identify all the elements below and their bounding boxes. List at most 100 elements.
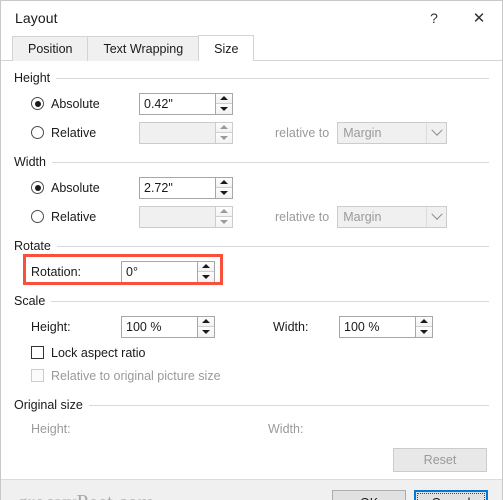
- spin-up-icon[interactable]: [216, 93, 232, 104]
- scale-width-label: Width:: [273, 319, 309, 334]
- height-relative-spinner: [139, 121, 233, 144]
- dialog-footer: groovyPost.com OK Cancel: [1, 479, 502, 500]
- width-absolute-label: Absolute: [51, 180, 100, 195]
- lock-aspect-ratio-label: Lock aspect ratio: [51, 345, 146, 360]
- width-group-label: Width: [14, 155, 46, 169]
- width-absolute-spinner[interactable]: 2.72": [139, 176, 233, 199]
- cancel-button[interactable]: Cancel: [414, 490, 488, 500]
- spin-up-icon[interactable]: [416, 316, 432, 327]
- ok-button[interactable]: OK: [332, 490, 406, 500]
- original-height-label: Height:: [31, 422, 71, 436]
- original-height: Height:: [31, 422, 268, 436]
- width-relative-to-value: Margin: [343, 209, 382, 224]
- spin-down-icon: [216, 217, 232, 227]
- height-relative-to-combo: Margin: [337, 121, 448, 144]
- group-divider: [51, 300, 489, 302]
- close-icon[interactable]: ✕: [456, 2, 502, 34]
- tab-text-wrapping[interactable]: Text Wrapping: [87, 36, 200, 61]
- size-tab-panel: Height Absolute 0.42" Relative relative …: [1, 60, 502, 479]
- reset-button: Reset: [393, 448, 487, 472]
- title-bar: Layout ? ✕: [1, 1, 502, 35]
- height-absolute-row: Absolute 0.42": [14, 89, 489, 118]
- spin-up-icon[interactable]: [216, 177, 232, 188]
- rotate-group: Rotate Rotation: 0°: [14, 238, 489, 286]
- scale-height-input[interactable]: 100 %: [121, 315, 197, 338]
- chevron-down-icon: [426, 206, 447, 227]
- ok-button-label: OK: [360, 496, 378, 500]
- scale-width-spinner[interactable]: 100 %: [339, 315, 433, 338]
- original-size-values-row: Height: Width:: [14, 416, 489, 442]
- scale-width-spin-buttons[interactable]: [415, 315, 433, 338]
- spin-down-icon[interactable]: [416, 327, 432, 337]
- scale-group: Scale Height: 100 % Width: 100 % Lock as…: [14, 293, 489, 387]
- height-absolute-radio[interactable]: Absolute: [31, 97, 139, 111]
- spin-down-icon[interactable]: [198, 272, 214, 282]
- height-absolute-label: Absolute: [51, 96, 100, 111]
- rotation-spinner[interactable]: 0°: [121, 260, 215, 283]
- height-group: Height Absolute 0.42" Relative relative …: [14, 70, 489, 147]
- scale-width-input[interactable]: 100 %: [339, 315, 415, 338]
- tab-position[interactable]: Position: [12, 36, 89, 61]
- rotation-input[interactable]: 0°: [121, 260, 197, 283]
- spin-up-icon[interactable]: [198, 316, 214, 327]
- width-relative-spinner: [139, 205, 233, 228]
- original-size-group-header: Original size: [14, 397, 489, 413]
- chevron-down-icon: [426, 122, 447, 143]
- original-width: Width:: [268, 422, 303, 436]
- scale-height-label: Height:: [31, 319, 71, 334]
- scale-group-header: Scale: [14, 293, 489, 309]
- rotation-label: Rotation:: [31, 264, 82, 279]
- width-absolute-input[interactable]: 2.72": [139, 176, 215, 199]
- spin-down-icon[interactable]: [198, 327, 214, 337]
- width-relative-to-label: relative to: [275, 209, 330, 224]
- rotate-group-header: Rotate: [14, 238, 489, 254]
- radio-dot-icon: [31, 181, 44, 194]
- watermark: groovyPost.com: [17, 490, 324, 500]
- radio-dot-icon: [31, 210, 44, 223]
- checkbox-icon: [31, 346, 44, 359]
- spin-up-icon[interactable]: [198, 261, 214, 272]
- height-relative-to-value: Margin: [343, 125, 382, 140]
- reset-row: Reset: [14, 448, 489, 472]
- cancel-button-label: Cancel: [432, 496, 471, 500]
- checkbox-icon: [31, 369, 44, 382]
- height-group-label: Height: [14, 71, 51, 85]
- width-group: Width Absolute 2.72" Relative relative t…: [14, 154, 489, 231]
- scale-height-spinner[interactable]: 100 %: [121, 315, 215, 338]
- width-absolute-spin-buttons[interactable]: [215, 176, 233, 199]
- width-relative-row: Relative relative to Margin: [14, 202, 489, 231]
- relative-original-size-label: Relative to original picture size: [51, 368, 221, 383]
- spin-down-icon[interactable]: [216, 104, 232, 114]
- height-relative-label: Relative: [51, 125, 97, 140]
- height-relative-spin-buttons: [215, 121, 233, 144]
- width-relative-spin-buttons: [215, 205, 233, 228]
- width-absolute-row: Absolute 2.72": [14, 173, 489, 202]
- lock-aspect-ratio-checkbox[interactable]: Lock aspect ratio: [14, 341, 489, 364]
- scale-height-spin-buttons[interactable]: [197, 315, 215, 338]
- height-relative-input: [139, 121, 215, 144]
- height-absolute-spin-buttons[interactable]: [215, 92, 233, 115]
- group-divider: [88, 404, 489, 406]
- height-relative-radio[interactable]: Relative: [31, 126, 139, 140]
- radio-dot-icon: [31, 97, 44, 110]
- scale-size-row: Height: 100 % Width: 100 %: [14, 312, 489, 341]
- width-relative-input: [139, 205, 215, 228]
- height-absolute-input[interactable]: 0.42": [139, 92, 215, 115]
- screen: Layout ? ✕ Position Text Wrapping Size H…: [0, 0, 503, 500]
- tab-size[interactable]: Size: [198, 35, 255, 61]
- spin-down-icon[interactable]: [216, 188, 232, 198]
- help-icon[interactable]: ?: [412, 2, 456, 34]
- spin-down-icon: [216, 133, 232, 143]
- tab-strip: Position Text Wrapping Size: [1, 35, 502, 61]
- width-relative-radio[interactable]: Relative: [31, 210, 139, 224]
- height-relative-to-label: relative to: [275, 125, 330, 140]
- spin-up-icon: [216, 122, 232, 133]
- width-relative-to: relative to Margin: [275, 205, 448, 228]
- spin-up-icon: [216, 206, 232, 217]
- group-divider: [56, 245, 489, 247]
- rotation-spin-buttons[interactable]: [197, 260, 215, 283]
- height-absolute-spinner[interactable]: 0.42": [139, 92, 233, 115]
- width-absolute-radio[interactable]: Absolute: [31, 181, 139, 195]
- width-group-header: Width: [14, 154, 489, 170]
- page-title: Layout: [15, 10, 58, 26]
